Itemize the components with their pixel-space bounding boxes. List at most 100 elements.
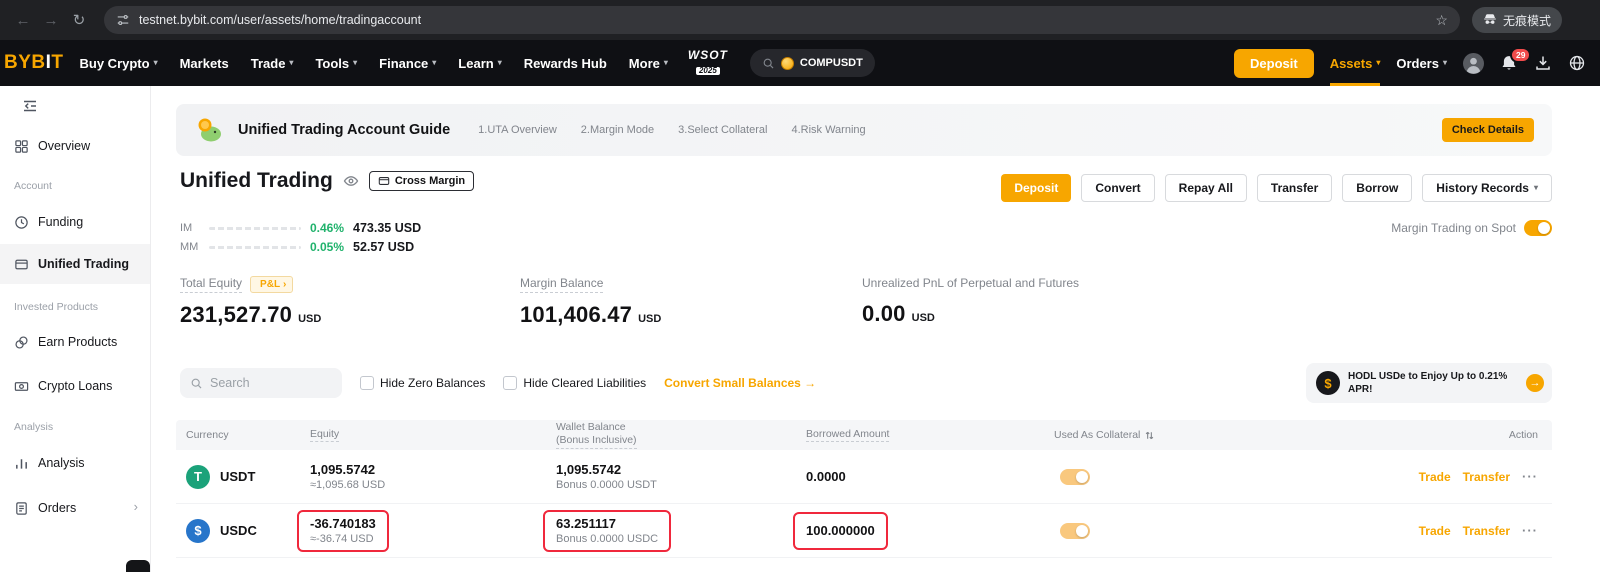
nav-buy-crypto[interactable]: Buy Crypto ▾ — [80, 40, 158, 86]
sidebar-item-label: Crypto Loans — [38, 379, 112, 393]
col-used-as-collateral: Used As Collateral — [1054, 420, 1155, 450]
hide-cleared-liabilities[interactable]: Hide Cleared Liabilities — [503, 376, 646, 390]
usde-promo-banner[interactable]: $ HODL USDe to Enjoy Up to 0.21% APR! → — [1306, 363, 1552, 403]
im-progress-bar — [209, 227, 301, 230]
convert-button[interactable]: Convert — [1081, 174, 1154, 202]
nav-markets[interactable]: Markets — [180, 40, 229, 86]
guide-step[interactable]: 2.Margin Mode — [581, 124, 654, 136]
bybit-logo[interactable]: BYBIT — [0, 52, 80, 74]
transfer-button[interactable]: Transfer — [1257, 174, 1332, 202]
im-label: IM — [180, 222, 200, 234]
forward-button[interactable]: → — [38, 7, 64, 33]
margin-trading-on-spot: Margin Trading on Spot — [1391, 220, 1552, 236]
nav-finance[interactable]: Finance▾ — [379, 40, 436, 86]
mm-progress-bar — [209, 246, 301, 249]
transfer-link[interactable]: Transfer — [1463, 470, 1510, 484]
currency-symbol: USDC — [220, 523, 257, 538]
sidebar-item-analysis[interactable]: Analysis — [0, 451, 150, 475]
nav-learn[interactable]: Learn▾ — [458, 40, 501, 86]
language-globe-icon[interactable] — [1568, 54, 1586, 72]
site-info-icon[interactable] — [116, 13, 130, 27]
sidebar-item-label: Analysis — [38, 456, 85, 470]
trade-link[interactable]: Trade — [1419, 470, 1451, 484]
nav-label: Trade — [251, 56, 286, 71]
nav-label: Assets — [1330, 56, 1373, 71]
chevron-right-icon[interactable]: › — [134, 499, 138, 514]
sidebar-collapse-icon[interactable] — [22, 98, 38, 119]
asset-search[interactable] — [180, 368, 342, 398]
margin-balance-label: Margin Balance — [520, 276, 603, 293]
usde-coin-icon: $ — [1316, 371, 1340, 395]
profile-avatar[interactable] — [1463, 53, 1484, 74]
search-icon — [190, 377, 203, 390]
annotation-box-borrowed: 100.000000 — [793, 512, 888, 550]
nav-assets[interactable]: Assets▾ — [1330, 40, 1381, 86]
checkbox[interactable] — [503, 376, 517, 390]
download-icon[interactable] — [1534, 54, 1552, 72]
margin-mode-badge[interactable]: Cross Margin — [369, 171, 474, 191]
equity-usd: ≈-36.74 USD — [310, 533, 376, 545]
more-actions-icon[interactable]: ··· — [1522, 469, 1538, 484]
collateral-toggle[interactable] — [1060, 469, 1090, 485]
more-actions-icon[interactable]: ··· — [1522, 523, 1538, 538]
eye-icon[interactable] — [343, 173, 359, 189]
nav-label: Buy Crypto — [80, 56, 150, 71]
nav-orders[interactable]: Orders▾ — [1396, 40, 1447, 86]
nav-deposit-button[interactable]: Deposit — [1234, 49, 1314, 78]
nav-more[interactable]: More▾ — [629, 40, 668, 86]
history-records-button[interactable]: History Records▾ — [1422, 174, 1552, 202]
back-button[interactable]: ← — [10, 7, 36, 33]
history-records-label: History Records — [1436, 181, 1529, 195]
borrow-button[interactable]: Borrow — [1342, 174, 1412, 202]
borrowed-value: 0.0000 — [806, 469, 846, 484]
nav-rewards-hub[interactable]: Rewards Hub — [524, 40, 607, 86]
hide-zero-label: Hide Zero Balances — [380, 376, 485, 390]
guide-step[interactable]: 4.Risk Warning — [791, 124, 865, 136]
pnl-badge[interactable]: P&L › — [250, 276, 293, 293]
sidebar-section-invested: Invested Products — [14, 301, 98, 313]
currency-cell: T USDT — [186, 450, 255, 503]
top-navigation: BYBIT Buy Crypto▾ Markets Trade▾ Tools▾ … — [0, 40, 1600, 86]
sidebar-item-orders[interactable]: Orders — [0, 496, 150, 520]
banknote-icon — [14, 379, 29, 394]
nav-search[interactable]: COMPUSDT — [750, 49, 875, 77]
deposit-button[interactable]: Deposit — [1001, 174, 1071, 202]
margin-spot-toggle[interactable] — [1524, 220, 1552, 236]
sidebar-item-crypto-loans[interactable]: Crypto Loans — [0, 374, 150, 398]
guide-step[interactable]: 1.UTA Overview — [478, 124, 557, 136]
collateral-toggle[interactable] — [1060, 523, 1090, 539]
trade-link[interactable]: Trade — [1419, 524, 1451, 538]
chevron-down-icon: ▾ — [154, 59, 158, 67]
total-equity-unit: USD — [298, 313, 321, 325]
notifications-bell[interactable]: 29 — [1500, 54, 1518, 72]
total-equity-stat: Total Equity P&L › 231,527.70 USD — [180, 276, 321, 328]
repay-all-button[interactable]: Repay All — [1165, 174, 1247, 202]
filter-row: Hide Zero Balances Hide Cleared Liabilit… — [180, 368, 816, 398]
dashboard-icon — [14, 139, 29, 154]
transfer-link[interactable]: Transfer — [1463, 524, 1510, 538]
nav-label: Learn — [458, 56, 493, 71]
convert-small-balances-link[interactable]: Convert Small Balances → — [664, 376, 816, 390]
promo-arrow-button[interactable]: → — [1526, 374, 1544, 392]
sidebar-item-overview[interactable]: Overview — [0, 134, 150, 158]
bookmark-star-icon[interactable]: ☆ — [1435, 12, 1448, 29]
reload-button[interactable]: ↻ — [66, 7, 92, 33]
sidebar-item-label: Unified Trading — [38, 257, 129, 271]
nav-tools[interactable]: Tools▾ — [315, 40, 357, 86]
search-input[interactable] — [210, 376, 332, 390]
nav-label: More — [629, 56, 660, 71]
sort-icon[interactable] — [1144, 430, 1155, 441]
sidebar-item-earn-products[interactable]: Earn Products — [0, 330, 150, 354]
sidebar-item-funding[interactable]: Funding — [0, 210, 150, 234]
address-bar[interactable]: testnet.bybit.com/user/assets/home/tradi… — [104, 6, 1460, 34]
sidebar-item-unified-trading[interactable]: Unified Trading — [0, 244, 150, 284]
guide-step[interactable]: 3.Select Collateral — [678, 124, 767, 136]
hide-zero-balances[interactable]: Hide Zero Balances — [360, 376, 485, 390]
wsot-2025-logo[interactable]: WSOT 2025 — [688, 49, 728, 77]
margin-balance-stat: Margin Balance 101,406.47 USD — [520, 276, 661, 328]
guide-title: Unified Trading Account Guide — [238, 122, 450, 138]
check-details-button[interactable]: Check Details — [1442, 118, 1534, 142]
nav-trade[interactable]: Trade▾ — [251, 40, 294, 86]
checkbox[interactable] — [360, 376, 374, 390]
im-percent: 0.46% — [310, 221, 344, 235]
